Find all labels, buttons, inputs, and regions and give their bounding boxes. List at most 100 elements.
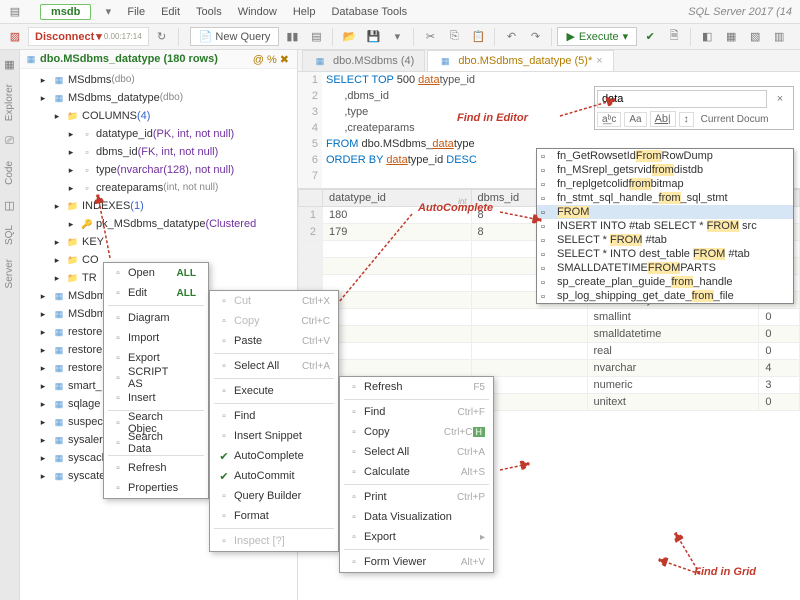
menu-item[interactable]: ▫ Format bbox=[210, 506, 338, 526]
expand-icon[interactable]: ▸ bbox=[36, 433, 50, 447]
expand-icon[interactable]: ▸ bbox=[36, 379, 50, 393]
rail-icon[interactable]: ▦ bbox=[0, 54, 21, 74]
rail-explorer[interactable]: Explorer bbox=[4, 80, 15, 125]
autocomplete-item[interactable]: ▫sp_create_plan_guide_from_handle bbox=[537, 275, 793, 289]
editor-tab-active[interactable]: ▦ dbo.MSdbms_datatype (5)* × bbox=[427, 50, 613, 71]
autocomplete-item[interactable]: ▫sp_log_shipping_get_date_from_file bbox=[537, 289, 793, 303]
menu-item[interactable]: ▫ Find Ctrl+F bbox=[340, 402, 493, 422]
tree-node[interactable]: ▸🔑pk_MSdbms_datatype (Clustered bbox=[20, 215, 297, 233]
grid-header[interactable]: datatype_idint bbox=[323, 190, 472, 207]
autocomplete-item[interactable]: ▫SMALLDATETIMEFROMPARTS bbox=[537, 261, 793, 275]
find-scope[interactable]: Current Docum bbox=[697, 113, 773, 126]
table-row[interactable]: smallint0 bbox=[299, 309, 800, 326]
autocomplete-item[interactable]: ▫FROM bbox=[537, 205, 793, 219]
tool2-icon[interactable]: ▦ bbox=[720, 27, 742, 47]
expand-icon[interactable]: ▸ bbox=[64, 181, 78, 195]
menu-tools[interactable]: Tools bbox=[188, 4, 230, 20]
expand-icon[interactable]: ▸ bbox=[50, 109, 64, 123]
menu-item[interactable]: ▫ Select All Ctrl+A bbox=[340, 442, 493, 462]
menu-item[interactable]: ✔ AutoCommit bbox=[210, 466, 338, 486]
find-regex-icon[interactable]: a͟ᵇc bbox=[597, 112, 621, 127]
expand-icon[interactable]: ▸ bbox=[36, 469, 50, 483]
menu-help[interactable]: Help bbox=[285, 4, 324, 20]
menu-item[interactable]: ▫ Select All Ctrl+A bbox=[210, 356, 338, 376]
paste-icon[interactable]: 📋 bbox=[467, 27, 489, 47]
menu-item[interactable]: ▫ Cut Ctrl+X bbox=[210, 291, 338, 311]
table-row[interactable]: smalldatetime0 bbox=[299, 326, 800, 343]
explorer-tab-title[interactable]: dbo.MSdbms_datatype (180 rows) bbox=[40, 53, 218, 65]
autocomplete-item[interactable]: ▫INSERT INTO #tab SELECT * FROM src bbox=[537, 219, 793, 233]
context-menu-editor[interactable]: ▫ Cut Ctrl+X ▫ Copy Ctrl+C ▫ Paste Ctrl+… bbox=[209, 290, 339, 552]
autocomplete-item[interactable]: ▫SELECT * FROM #tab bbox=[537, 233, 793, 247]
expand-icon[interactable]: ▸ bbox=[50, 271, 64, 285]
layout-icon[interactable]: ▮▮ bbox=[281, 27, 303, 47]
menu-item[interactable]: ▫ Open ALL bbox=[104, 263, 208, 283]
disconnect-button[interactable]: Disconnect▾ 0.00:17:14 bbox=[28, 27, 149, 46]
close-icon[interactable]: × bbox=[769, 89, 791, 109]
menu-window[interactable]: Window bbox=[230, 4, 285, 20]
rail-sql[interactable]: SQL bbox=[4, 221, 15, 249]
menu-item[interactable]: ▫ Find bbox=[210, 406, 338, 426]
expand-icon[interactable]: ▸ bbox=[36, 91, 50, 105]
rail-code[interactable]: Code bbox=[4, 157, 15, 189]
rail-icon3[interactable]: ◫ bbox=[0, 195, 21, 215]
rail-icon2[interactable]: ⎚ bbox=[0, 131, 21, 151]
expand-icon[interactable]: ▸ bbox=[50, 235, 64, 249]
menu-item[interactable]: ▫ Edit ALL bbox=[104, 283, 208, 303]
tree-node[interactable]: ▸▫type (nvarchar(128), not null) bbox=[20, 161, 297, 179]
editor-tab[interactable]: ▦ dbo.MSdbms (4) bbox=[302, 50, 425, 71]
expand-icon[interactable]: ▸ bbox=[36, 289, 50, 303]
undo-icon[interactable]: ↶ bbox=[500, 27, 522, 47]
tool3-icon[interactable]: ▧ bbox=[744, 27, 766, 47]
menu-item[interactable]: ▫ Copy Ctrl+C bbox=[210, 311, 338, 331]
save-icon[interactable]: 💾 bbox=[362, 27, 384, 47]
plan-icon[interactable]: 🗎 bbox=[663, 27, 685, 47]
menu-item[interactable]: ▫ Properties bbox=[104, 478, 208, 498]
table-row[interactable]: nvarchar4 bbox=[299, 360, 800, 377]
menu-item[interactable]: ▫ Insert bbox=[104, 388, 208, 408]
tree-node[interactable]: ▸▦MSdbms_datatype (dbo) bbox=[20, 89, 297, 107]
find-input[interactable] bbox=[597, 90, 767, 108]
menu-item[interactable]: ▫ Export ▸ bbox=[340, 527, 493, 547]
expand-icon[interactable]: ▸ bbox=[36, 325, 50, 339]
tool1-icon[interactable]: ◧ bbox=[696, 27, 718, 47]
refresh-icon[interactable]: ↻ bbox=[151, 27, 173, 47]
autocomplete-item[interactable]: ▫fn_GetRowsetIdFromRowDump bbox=[537, 149, 793, 163]
menu-item[interactable]: ▫ Copy Ctrl+C H bbox=[340, 422, 493, 442]
context-menu-object[interactable]: ▫ Open ALL ▫ Edit ALL ▫ Diagram ▫ Import bbox=[103, 262, 209, 499]
menu-dbtools[interactable]: Database Tools bbox=[323, 4, 415, 20]
menu-item[interactable]: ▫ SCRIPT AS bbox=[104, 368, 208, 388]
autocomplete-item[interactable]: ▫fn_replgetcolidfrombitmap bbox=[537, 177, 793, 191]
expand-icon[interactable]: ▸ bbox=[50, 253, 64, 267]
menu-item[interactable]: ▫ Import bbox=[104, 328, 208, 348]
close-icon[interactable]: × bbox=[596, 55, 602, 67]
tree-node[interactable]: ▸▦MSdbms (dbo) bbox=[20, 71, 297, 89]
rail-server[interactable]: Server bbox=[4, 255, 15, 292]
menu-item[interactable]: ▫ Search Objec bbox=[104, 413, 208, 433]
menu-edit[interactable]: Edit bbox=[153, 4, 188, 20]
expand-icon[interactable]: ▸ bbox=[50, 199, 64, 213]
context-menu-grid[interactable]: ▫ Refresh F5 ▫ Find Ctrl+F ▫ Copy Ctrl+C… bbox=[339, 376, 494, 573]
menu-item[interactable]: ▫ Calculate Alt+S bbox=[340, 462, 493, 482]
dropdown2-icon[interactable]: ▾ bbox=[386, 27, 408, 47]
tree-node[interactable]: ▸▫dbms_id (FK, int, not null) bbox=[20, 143, 297, 161]
menu-item[interactable]: ▫ Refresh bbox=[104, 458, 208, 478]
menu-item[interactable]: ▫ Diagram bbox=[104, 308, 208, 328]
new-query-button[interactable]: 📄 New Query bbox=[190, 27, 280, 46]
autocomplete-popup[interactable]: ▫fn_GetRowsetIdFromRowDump▫fn_MSrepl_get… bbox=[536, 148, 794, 304]
tree-node[interactable]: ▸📁COLUMNS (4) bbox=[20, 107, 297, 125]
stop-icon[interactable]: ▨ bbox=[4, 27, 26, 47]
check-icon[interactable]: ✔ bbox=[639, 27, 661, 47]
menu-item[interactable]: ▫ Query Builder bbox=[210, 486, 338, 506]
menu-item[interactable]: ▫ Print Ctrl+P bbox=[340, 487, 493, 507]
autocomplete-item[interactable]: ▫SELECT * INTO dest_table FROM #tab bbox=[537, 247, 793, 261]
layout2-icon[interactable]: ▤ bbox=[305, 27, 327, 47]
expand-icon[interactable]: ▸ bbox=[36, 451, 50, 465]
expand-icon[interactable]: ▸ bbox=[64, 163, 78, 177]
menu-item[interactable]: ▫ Export bbox=[104, 348, 208, 368]
expand-icon[interactable]: ▸ bbox=[64, 145, 78, 159]
expand-icon[interactable]: ▸ bbox=[64, 217, 78, 231]
find-sel-icon[interactable]: ↕ bbox=[679, 112, 694, 127]
expand-icon[interactable]: ▸ bbox=[36, 343, 50, 357]
dropdown-icon[interactable]: ▾ bbox=[97, 2, 119, 22]
